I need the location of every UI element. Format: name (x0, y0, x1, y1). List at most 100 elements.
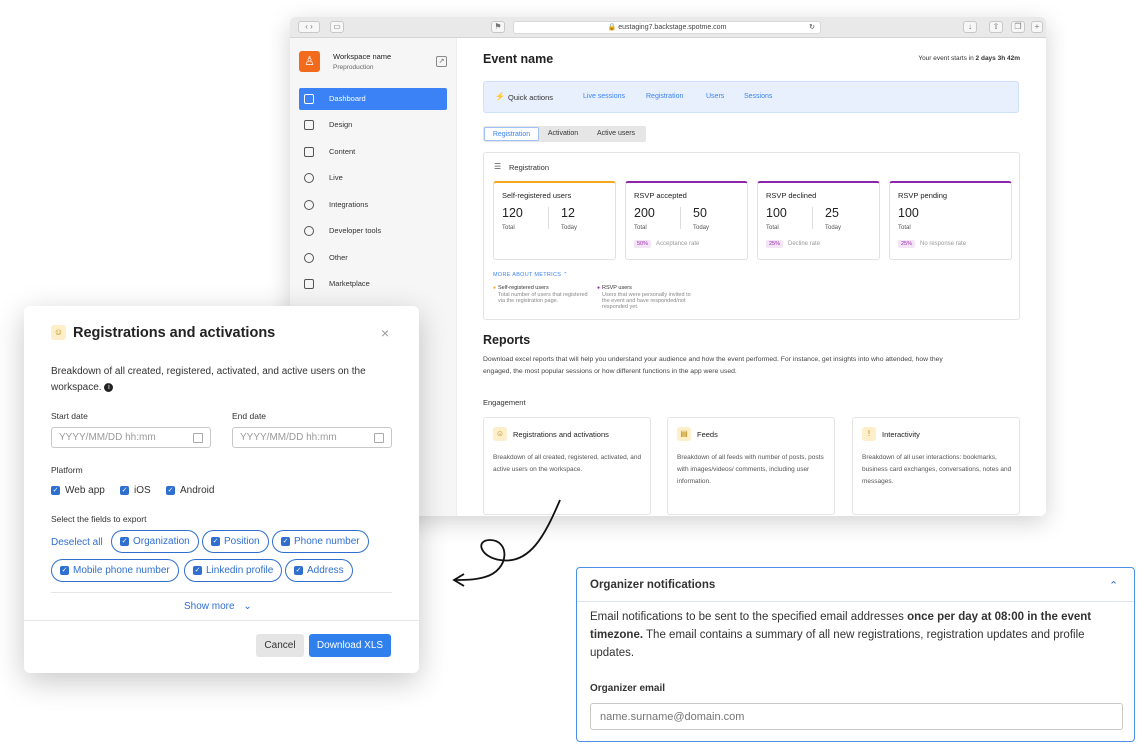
metric-title: RSVP pending (898, 191, 948, 200)
metric-total-label: Total (634, 225, 647, 231)
metric-card-rsvp-pending: RSVP pending 100 Total 25% No response r… (889, 181, 1012, 260)
report-card-title: Feeds (697, 430, 718, 439)
tab-activation[interactable]: Activation (541, 127, 585, 141)
metrics-tabs: Registration Activation Active users (483, 126, 646, 142)
store-icon (304, 279, 314, 289)
organizer-email-input[interactable] (590, 703, 1123, 730)
back-forward-buttons[interactable]: ‹ › (298, 21, 320, 33)
quick-actions-label: Quick actions (508, 93, 554, 102)
metric-title: Self-registered users (502, 191, 572, 200)
url-text: eustaging7.backstage.spotme.com (618, 24, 727, 31)
url-bar[interactable]: 🔒 eustaging7.backstage.spotme.com ↻ (513, 21, 821, 34)
divider (680, 207, 681, 229)
new-tab-icon[interactable]: + (1031, 21, 1043, 33)
checkbox-checked-icon: ✓ (51, 485, 60, 495)
show-more-link[interactable]: Show more ⌄ (184, 601, 252, 612)
report-card-title: Registrations and activations (513, 430, 609, 439)
field-chip-organization[interactable]: ✓ Organization (111, 530, 199, 553)
sidebar-item-integrations[interactable]: Integrations (299, 194, 447, 216)
external-link-icon[interactable]: ↗ (436, 56, 447, 67)
more-metrics-link[interactable]: MORE ABOUT METRICS ⌃ (493, 272, 568, 278)
quick-link-live-sessions[interactable]: Live sessions (583, 93, 625, 100)
metric-total: 100 (766, 206, 787, 220)
more-metrics-label: MORE ABOUT METRICS (493, 272, 562, 278)
design-icon (304, 120, 314, 130)
users-icon: ☺ (51, 325, 66, 340)
sidebar-item-dashboard[interactable]: Dashboard (299, 88, 447, 110)
sidebar-item-label: Developer tools (329, 226, 382, 235)
organizer-notifications-panel: Organizer notifications ⌃ Email notifica… (576, 567, 1135, 742)
start-date-placeholder: YYYY/MM/DD hh:mm (59, 432, 156, 443)
checkbox-checked-icon: ✓ (60, 565, 69, 575)
field-chip-phone[interactable]: ✓ Phone number (272, 530, 369, 553)
download-icon[interactable]: ↓ (963, 21, 977, 33)
divider (812, 207, 813, 229)
sidebar-item-label: Integrations (329, 200, 369, 209)
sidebar-item-label: Marketplace (329, 279, 370, 288)
legend-dot-orange: ● (493, 285, 497, 291)
platform-ios-checkbox[interactable]: ✓ iOS (120, 485, 151, 496)
tab-registration[interactable]: Registration (484, 127, 539, 141)
organizer-email-label: Organizer email (590, 683, 666, 694)
start-date-label: Start date (51, 411, 88, 421)
workspace-env: Preproduction (333, 64, 374, 71)
chip-label: Phone number (294, 536, 360, 547)
sidebar-item-design[interactable]: Design (299, 114, 447, 136)
organizer-desc-text: The email contains a summary of all new … (590, 629, 1085, 659)
start-date-input[interactable]: YYYY/MM/DD hh:mm (51, 427, 211, 448)
tabs-icon[interactable]: ❐ (1011, 21, 1025, 33)
organizer-desc-text: Email notifications to be sent to the sp… (590, 611, 908, 623)
platform-label: Platform (51, 465, 83, 475)
report-card-feeds[interactable]: ▤ Feeds Breakdown of all feeds with numb… (667, 417, 835, 515)
folder-icon (304, 147, 314, 157)
info-icon[interactable]: i (104, 382, 114, 392)
sidebar-item-developer-tools[interactable]: Developer tools (299, 220, 447, 242)
users-icon: ☺ (493, 427, 507, 441)
sidebar-toggle-icon[interactable]: ▭ (330, 21, 344, 33)
checkbox-checked-icon: ✓ (281, 536, 290, 546)
calendar-icon[interactable] (193, 433, 203, 443)
field-chip-linkedin[interactable]: ✓ Linkedin profile (184, 559, 283, 582)
end-date-input[interactable]: YYYY/MM/DD hh:mm (232, 427, 392, 448)
checkbox-checked-icon: ✓ (166, 485, 175, 495)
reload-icon[interactable]: ↻ (809, 22, 815, 34)
report-card-desc: Breakdown of all feeds with number of po… (677, 454, 824, 485)
quick-link-sessions[interactable]: Sessions (744, 93, 772, 100)
quick-link-registration[interactable]: Registration (646, 93, 683, 100)
organizer-title: Organizer notifications (590, 579, 716, 591)
sidebar-item-marketplace[interactable]: Marketplace (299, 273, 447, 295)
checkbox-checked-icon: ✓ (120, 536, 129, 546)
quick-link-users[interactable]: Users (706, 93, 724, 100)
chip-label: Linkedin profile (206, 565, 274, 576)
cancel-button[interactable]: Cancel (256, 634, 304, 657)
chevron-up-icon[interactable]: ⌃ (1109, 579, 1118, 592)
field-chip-mobile-phone[interactable]: ✓ Mobile phone number (51, 559, 179, 582)
report-card-interactivity[interactable]: ! Interactivity Breakdown of all user in… (852, 417, 1020, 515)
calendar-icon[interactable] (374, 433, 384, 443)
dashboard-icon (304, 94, 314, 104)
report-modal: ☺ Registrations and activations × Breakd… (24, 306, 419, 673)
sidebar-item-live[interactable]: Live (299, 167, 447, 189)
feed-icon: ▤ (677, 427, 691, 441)
platform-android-checkbox[interactable]: ✓ Android (166, 485, 214, 496)
share-icon[interactable]: ⇧ (989, 21, 1003, 33)
metric-today-label: Today (825, 225, 842, 231)
lightning-icon: ⚡ (495, 92, 505, 101)
metric-total-label: Total (502, 225, 515, 231)
extension-icon[interactable]: ⚑ (491, 21, 505, 33)
checkbox-checked-icon: ✓ (120, 485, 129, 495)
sidebar-item-content[interactable]: Content (299, 141, 447, 163)
sidebar-item-label: Dashboard (329, 94, 366, 103)
field-chip-address[interactable]: ✓ Address (285, 559, 353, 582)
show-more-label: Show more (184, 601, 235, 612)
star-icon (304, 173, 314, 183)
checkbox-label: iOS (134, 485, 151, 496)
tab-active-users[interactable]: Active users (587, 127, 645, 141)
field-chip-position[interactable]: ✓ Position (202, 530, 269, 553)
platform-web-checkbox[interactable]: ✓ Web app (51, 485, 105, 496)
browser-toolbar: ‹ › ▭ ⚑ 🔒 eustaging7.backstage.spotme.co… (290, 17, 1046, 38)
sidebar-item-other[interactable]: Other (299, 247, 447, 269)
download-xls-button[interactable]: Download XLS (309, 634, 391, 657)
deselect-all-link[interactable]: Deselect all (51, 537, 103, 548)
close-icon[interactable]: × (381, 325, 389, 341)
